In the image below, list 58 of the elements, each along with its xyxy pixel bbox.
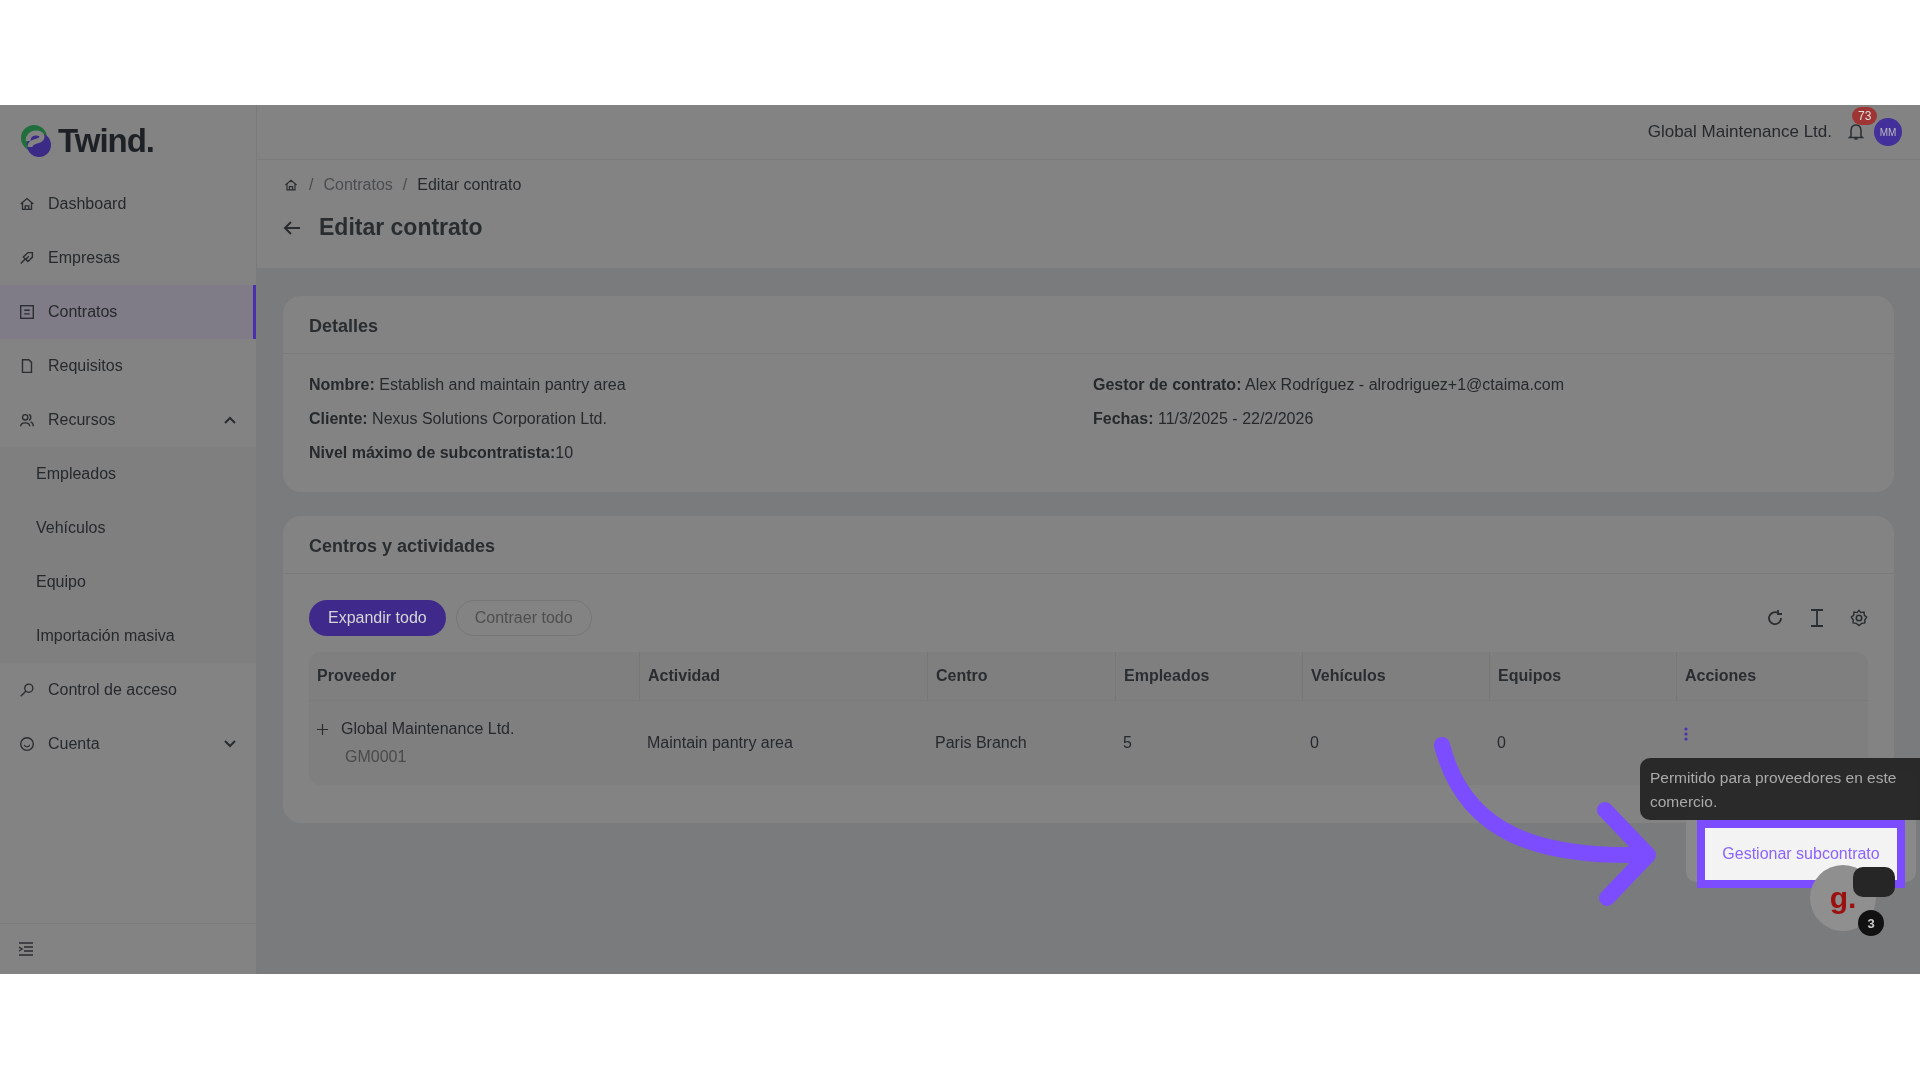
column-header: Centro — [927, 652, 1115, 700]
logo-icon — [18, 123, 54, 159]
card-title: Centros y actividades — [283, 516, 1894, 574]
breadcrumb-link[interactable]: Contratos — [323, 176, 393, 194]
nav-icon — [18, 411, 36, 429]
table-cell: 0 — [1310, 734, 1319, 752]
column-header: Acciones — [1676, 652, 1868, 700]
nav-icon — [18, 303, 36, 321]
detail-field: Nombre: Establish and maintain pantry area — [309, 376, 1093, 394]
nav-icon — [18, 195, 36, 213]
expand-all-button[interactable]: Expandir todo — [309, 600, 446, 636]
card-title: Detalles — [283, 296, 1894, 354]
home-icon[interactable] — [283, 177, 299, 193]
page-title: Editar contrato — [319, 214, 483, 241]
column-header: Vehículos — [1302, 652, 1489, 700]
column-header: Equipos — [1489, 652, 1676, 700]
sidebar-item[interactable]: Recursos — [0, 393, 256, 447]
user-avatar[interactable]: MM — [1874, 118, 1902, 146]
table-cell: Paris Branch — [935, 734, 1027, 752]
chat-tab[interactable] — [1853, 867, 1895, 897]
logo-text: Twind. — [58, 122, 155, 160]
bell-icon[interactable] — [1848, 123, 1864, 141]
breadcrumb-separator: / — [402, 176, 408, 194]
settings-icon[interactable] — [1850, 609, 1868, 627]
refresh-icon[interactable] — [1766, 609, 1784, 627]
column-header: Actividad — [639, 652, 927, 700]
tooltip: Permitido para proveedores en este comercio. — [1640, 758, 1920, 820]
nav-icon — [18, 681, 36, 699]
sidebar-item[interactable]: Control de acceso — [0, 663, 256, 717]
sidebar-item[interactable]: Requisitos — [0, 339, 256, 393]
more-options-icon[interactable] — [1684, 727, 1688, 741]
nav-icon — [18, 735, 36, 753]
breadcrumb-separator: / — [309, 176, 314, 194]
sidebar-item[interactable]: Dashboard — [0, 177, 256, 231]
detail-field: Gestor de contrato: Alex Rodríguez - alrodriguez+1@ctaima.com — [1093, 376, 1868, 394]
sidebar-item[interactable]: Contratos — [0, 285, 256, 339]
table-cell: 0 — [1497, 734, 1506, 752]
text-cursor-icon[interactable] — [1810, 609, 1824, 627]
sidebar-item[interactable]: Empresas — [0, 231, 256, 285]
table-cell: 5 — [1123, 734, 1132, 752]
back-arrow-icon[interactable] — [283, 219, 301, 236]
detail-field: Cliente: Nexus Solutions Corporation Ltd. — [309, 410, 1093, 428]
detail-field: Fechas: 11/3/2025 - 22/2/2026 — [1093, 410, 1868, 428]
detail-field: Nivel máximo de subcontratista:10 — [309, 444, 1093, 462]
expand-row-icon[interactable] — [317, 723, 328, 735]
notification-badge: 73 — [1852, 107, 1878, 125]
company-name: Global Maintenance Ltd. — [1647, 122, 1832, 142]
table-cell: Global Maintenance Ltd. — [341, 720, 515, 738]
sidebar-item[interactable]: Cuenta — [0, 717, 256, 771]
sidebar-subitem[interactable]: Importación masiva — [0, 609, 256, 663]
sidebar-subitem[interactable]: Equipo — [0, 555, 256, 609]
column-header: Proveedor — [316, 666, 398, 686]
collapse-menu-icon[interactable] — [18, 942, 34, 956]
nav-icon — [18, 249, 36, 267]
sidebar-subitem[interactable]: Empleados — [0, 447, 256, 501]
table-cell: Maintain pantry area — [647, 734, 793, 752]
column-header: Empleados — [1115, 652, 1302, 700]
sidebar-subitem[interactable]: Vehículos — [0, 501, 256, 555]
